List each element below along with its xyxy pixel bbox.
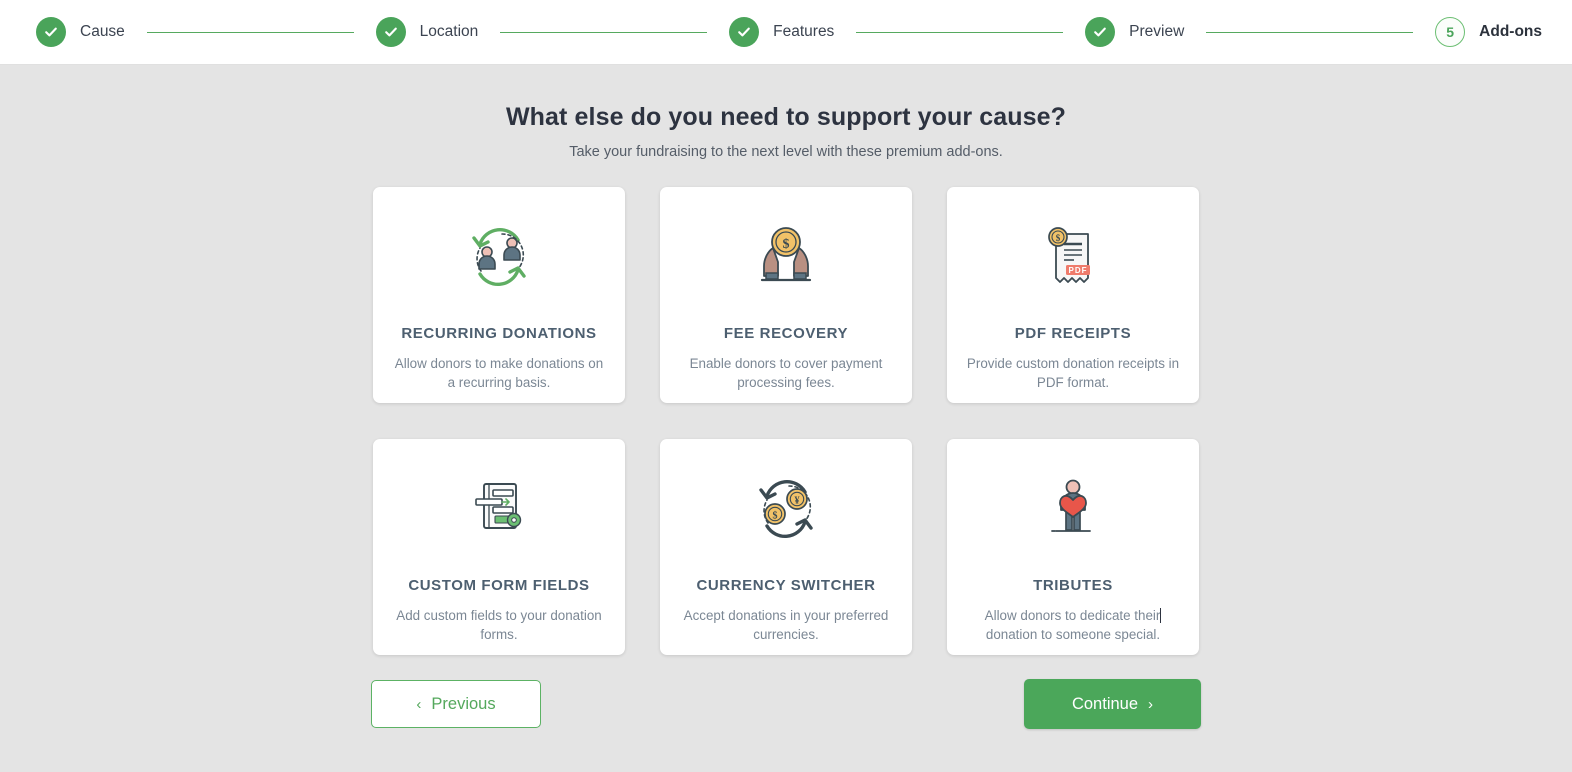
chevron-right-icon: ›: [1148, 695, 1154, 713]
addon-card-recurring-donations[interactable]: RECURRING DONATIONS Allow donors to make…: [373, 187, 625, 403]
addon-title: CURRENCY SWITCHER: [696, 577, 876, 594]
step-cause[interactable]: Cause: [36, 17, 125, 47]
addon-description: Accept donations in your preferred curre…: [683, 608, 889, 642]
addon-description: Allow donors to make donations on a recu…: [394, 356, 604, 390]
step-location-circle: [375, 17, 406, 47]
progress-stepper: Cause Location Features Preview 5 Add-on…: [0, 0, 1572, 65]
step-location[interactable]: Location: [375, 17, 479, 47]
previous-button[interactable]: ‹ Previous: [371, 680, 541, 728]
addon-description: Allow donors to dedicate their donation …: [947, 606, 1199, 644]
check-icon: [738, 27, 750, 37]
step-addons-number: 5: [1446, 24, 1455, 40]
step-preview-circle: [1085, 17, 1116, 47]
chevron-left-icon: ‹: [416, 695, 422, 713]
custom-form-fields-icon: [462, 463, 536, 555]
svg-text:PDF: PDF: [1069, 266, 1088, 275]
addon-card-fee-recovery[interactable]: $ FEE RECOVERY Enable donors to cover pa…: [660, 187, 912, 403]
addon-card-currency-switcher[interactable]: $ ¥ CURRENCY SWITCHER Accept donations i…: [660, 439, 912, 655]
step-addons-circle: 5: [1435, 17, 1466, 47]
svg-text:$: $: [773, 511, 778, 522]
step-addons-label: Add-ons: [1479, 23, 1543, 40]
addon-title: FEE RECOVERY: [723, 325, 849, 342]
step-connector-2: [500, 31, 708, 33]
addon-description-line1: Allow donors to dedicate their: [984, 608, 1161, 623]
step-connector-1: [146, 31, 354, 33]
step-location-label: Location: [419, 23, 479, 40]
svg-text:$: $: [783, 237, 790, 252]
main-content: What else do you need to support your ca…: [0, 65, 1572, 729]
step-preview-label: Preview: [1129, 23, 1185, 40]
step-cause-label: Cause: [80, 23, 125, 40]
page-subtitle: Take your fundraising to the next level …: [569, 144, 1003, 160]
addon-description-line2: donation to someone special.: [985, 627, 1161, 642]
previous-button-label: Previous: [431, 694, 496, 713]
check-icon: [384, 27, 397, 37]
addon-description: Enable donors to cover payment processin…: [689, 356, 883, 390]
tributes-icon: [1036, 463, 1110, 555]
step-cause-circle: [36, 17, 66, 47]
check-icon: [45, 27, 57, 37]
wizard-actions: ‹ Previous Continue ›: [371, 679, 1201, 729]
svg-text:$: $: [1056, 233, 1061, 243]
addon-card-tributes[interactable]: TRIBUTES Allow donors to dedicate their …: [947, 439, 1199, 655]
addon-title: TRIBUTES: [1033, 577, 1113, 594]
step-connector-3: [856, 31, 1064, 33]
step-features[interactable]: Features: [729, 17, 834, 47]
addon-description: Add custom fields to your donation forms…: [396, 608, 602, 642]
recurring-donations-icon: [462, 211, 536, 303]
check-icon: [1094, 27, 1107, 37]
addon-description: Provide custom donation receipts in PDF …: [966, 356, 1180, 390]
step-features-label: Features: [773, 23, 835, 40]
fee-recovery-icon: $: [749, 211, 823, 303]
addon-title: PDF RECEIPTS: [1014, 325, 1132, 342]
step-connector-4: [1206, 31, 1414, 33]
addon-card-pdf-receipts[interactable]: PDF $ PDF RECEIPTS Provide custom donati…: [947, 187, 1199, 403]
continue-button-label: Continue: [1071, 694, 1139, 713]
page-title: What else do you need to support your ca…: [505, 103, 1067, 131]
addon-card-custom-form-fields[interactable]: CUSTOM FORM FIELDS Add custom fields to …: [373, 439, 625, 655]
addon-title: CUSTOM FORM FIELDS: [408, 577, 590, 594]
text-cursor-caret: [1160, 608, 1162, 623]
step-addons[interactable]: 5 Add-ons: [1435, 17, 1542, 47]
pdf-receipts-icon: PDF $: [1036, 211, 1110, 303]
svg-text:¥: ¥: [795, 496, 800, 507]
addon-title: RECURRING DONATIONS: [401, 325, 597, 342]
currency-switcher-icon: $ ¥: [749, 463, 823, 555]
step-preview[interactable]: Preview: [1085, 17, 1184, 47]
continue-button[interactable]: Continue ›: [1024, 679, 1201, 729]
addons-grid: RECURRING DONATIONS Allow donors to make…: [371, 187, 1201, 655]
step-features-circle: [729, 17, 760, 47]
